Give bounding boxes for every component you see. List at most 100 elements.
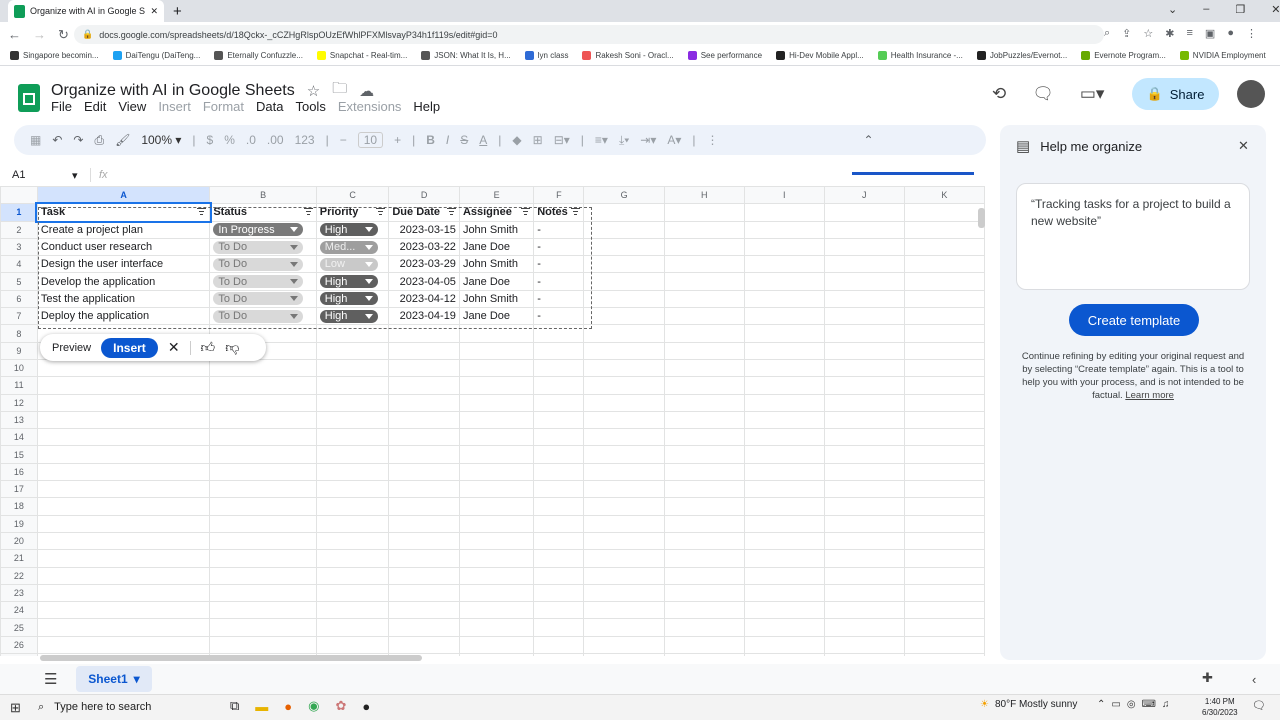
filter-icon[interactable] bbox=[303, 208, 313, 216]
column-header[interactable]: D bbox=[388, 186, 460, 205]
empty-cell[interactable] bbox=[903, 445, 985, 464]
column-header[interactable]: J bbox=[823, 186, 905, 205]
empty-cell[interactable] bbox=[388, 480, 460, 499]
status-cell[interactable]: To Do bbox=[209, 289, 317, 309]
more-formats-button[interactable]: 123 bbox=[295, 133, 315, 147]
bookmark-item[interactable]: JobPuzzles/Evernot... bbox=[976, 51, 1067, 60]
priority-chip[interactable]: High bbox=[319, 275, 378, 289]
empty-cell[interactable] bbox=[823, 445, 905, 464]
empty-cell[interactable] bbox=[388, 445, 460, 464]
empty-cell[interactable] bbox=[743, 255, 825, 274]
empty-cell[interactable] bbox=[823, 514, 905, 533]
empty-cell[interactable] bbox=[458, 583, 535, 603]
row-header[interactable]: 16 bbox=[0, 462, 38, 482]
print-icon[interactable]: ⎙ bbox=[94, 133, 104, 148]
bookmark-star-icon[interactable]: ☆ bbox=[1143, 27, 1153, 40]
empty-cell[interactable] bbox=[533, 428, 585, 447]
empty-cell[interactable] bbox=[903, 601, 985, 620]
row-header[interactable]: 10 bbox=[0, 358, 38, 378]
empty-cell[interactable] bbox=[315, 514, 390, 533]
empty-cell[interactable] bbox=[458, 410, 535, 430]
task-cell[interactable]: Conduct user research bbox=[36, 237, 211, 257]
close-panel-icon[interactable]: ✕ bbox=[1238, 138, 1249, 154]
priority-chip[interactable]: Med... bbox=[319, 240, 378, 254]
text-rotation-icon[interactable]: A▾ bbox=[667, 133, 681, 147]
assignee-cell[interactable]: John Smith bbox=[458, 289, 535, 309]
empty-cell[interactable] bbox=[209, 583, 317, 603]
meet-camera-icon[interactable]: ▭▾ bbox=[1080, 84, 1105, 104]
row-header[interactable]: 8 bbox=[0, 324, 38, 343]
empty-cell[interactable] bbox=[388, 324, 460, 343]
empty-cell[interactable] bbox=[663, 410, 745, 430]
empty-cell[interactable] bbox=[663, 653, 745, 656]
header-cell[interactable]: Priority bbox=[315, 203, 390, 222]
empty-cell[interactable] bbox=[903, 307, 985, 326]
empty-cell[interactable] bbox=[583, 601, 665, 620]
priority-cell[interactable]: High bbox=[315, 272, 390, 291]
prompt-textarea[interactable]: “Tracking tasks for a project to build a… bbox=[1016, 183, 1250, 290]
percent-format-button[interactable]: % bbox=[224, 133, 235, 147]
text-wrapping-icon[interactable]: ⇥▾ bbox=[640, 133, 656, 147]
empty-cell[interactable] bbox=[823, 324, 905, 343]
empty-cell[interactable] bbox=[209, 635, 317, 655]
menu-data[interactable]: Data bbox=[256, 99, 283, 114]
empty-cell[interactable] bbox=[823, 410, 905, 430]
empty-cell[interactable] bbox=[583, 462, 665, 482]
status-chip[interactable]: To Do bbox=[213, 240, 304, 254]
column-header[interactable]: I bbox=[743, 186, 825, 205]
all-sheets-icon[interactable]: ☰ bbox=[44, 670, 57, 688]
row-header[interactable]: 26 bbox=[0, 635, 38, 655]
system-tray-icons[interactable]: ⌃▭◎⌨♫ bbox=[1097, 699, 1176, 710]
empty-cell[interactable] bbox=[663, 531, 745, 551]
forward-icon[interactable]: → bbox=[33, 27, 46, 43]
empty-cell[interactable] bbox=[315, 531, 390, 551]
windows-start-icon[interactable]: ⊞ bbox=[10, 700, 21, 716]
increase-font-size-icon[interactable]: + bbox=[394, 133, 401, 147]
empty-cell[interactable] bbox=[903, 255, 985, 274]
row-header[interactable]: 1 bbox=[0, 203, 38, 222]
empty-cell[interactable] bbox=[209, 618, 317, 637]
empty-cell[interactable] bbox=[533, 583, 585, 603]
empty-cell[interactable] bbox=[36, 445, 211, 464]
empty-cell[interactable] bbox=[36, 514, 211, 533]
empty-cell[interactable] bbox=[209, 428, 317, 447]
empty-cell[interactable] bbox=[36, 376, 211, 395]
empty-cell[interactable] bbox=[903, 514, 985, 533]
empty-cell[interactable] bbox=[583, 583, 665, 603]
empty-cell[interactable] bbox=[533, 393, 585, 412]
row-header[interactable]: 22 bbox=[0, 566, 38, 585]
column-header[interactable]: F bbox=[533, 186, 585, 205]
vertical-scrollbar[interactable] bbox=[978, 208, 985, 228]
status-cell[interactable]: To Do bbox=[209, 237, 317, 257]
empty-cell[interactable] bbox=[209, 601, 317, 620]
font-size-field[interactable]: 10 bbox=[357, 132, 384, 148]
empty-cell[interactable] bbox=[458, 480, 535, 499]
explore-icon[interactable]: ✚ bbox=[1202, 670, 1213, 686]
header-cell[interactable]: Assignee bbox=[458, 203, 535, 222]
due-date-cell[interactable]: 2023-03-29 bbox=[388, 255, 460, 274]
empty-cell[interactable] bbox=[823, 653, 905, 656]
thumbs-up-icon[interactable]: 👍︎ bbox=[201, 339, 216, 356]
empty-cell[interactable] bbox=[903, 531, 985, 551]
row-header[interactable]: 13 bbox=[0, 410, 38, 430]
empty-cell[interactable] bbox=[743, 601, 825, 620]
row-header[interactable]: 4 bbox=[0, 255, 38, 274]
empty-cell[interactable] bbox=[388, 601, 460, 620]
empty-cell[interactable] bbox=[388, 531, 460, 551]
empty-cell[interactable] bbox=[533, 324, 585, 343]
undo-icon[interactable]: ↶ bbox=[52, 133, 62, 147]
row-header[interactable]: 23 bbox=[0, 583, 38, 603]
empty-cell[interactable] bbox=[663, 618, 745, 637]
filter-icon[interactable] bbox=[521, 208, 531, 216]
empty-cell[interactable] bbox=[903, 653, 985, 656]
empty-cell[interactable] bbox=[663, 497, 745, 516]
empty-cell[interactable] bbox=[583, 393, 665, 412]
empty-cell[interactable] bbox=[583, 341, 665, 360]
star-icon[interactable]: ☆ bbox=[307, 82, 320, 100]
priority-chip[interactable]: High bbox=[319, 223, 378, 237]
empty-cell[interactable] bbox=[903, 566, 985, 585]
status-cell[interactable]: To Do bbox=[209, 255, 317, 274]
new-tab-icon[interactable]: + bbox=[173, 3, 182, 20]
cloud-saved-icon[interactable]: ☁ bbox=[359, 82, 374, 100]
priority-cell[interactable]: High bbox=[315, 307, 390, 326]
